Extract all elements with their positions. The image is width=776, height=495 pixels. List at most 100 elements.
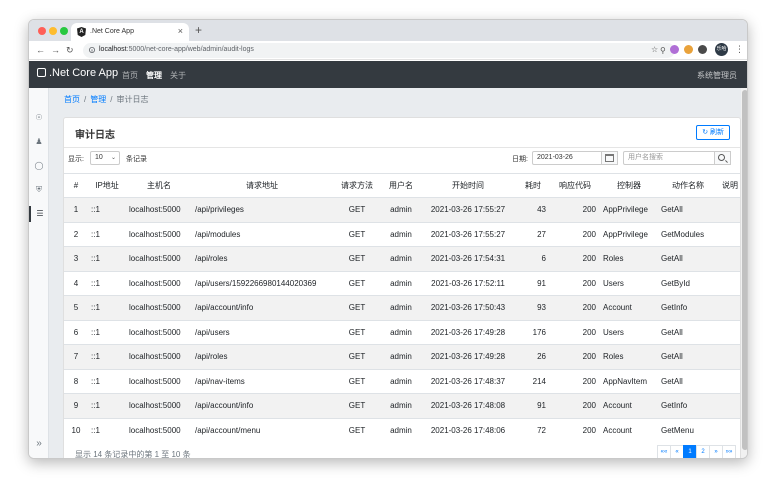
table-cell: GET <box>332 295 382 320</box>
table-cell: 6 <box>516 246 550 271</box>
close-window-icon[interactable] <box>38 27 46 35</box>
pagination-button[interactable]: 1 <box>683 445 697 458</box>
table-row[interactable]: 4::1 localhost:5000/api/users/15922669801… <box>64 270 740 296</box>
table-cell: admin <box>382 246 420 271</box>
table-cell: localhost:5000 <box>126 246 192 271</box>
pagination-button[interactable]: »» <box>722 445 736 458</box>
breadcrumb-admin[interactable]: 管理 <box>90 95 106 104</box>
forward-arrow-icon[interactable]: → <box>51 45 60 55</box>
table-cell: /api/roles <box>192 246 332 271</box>
table-row[interactable]: 7::1 localhost:5000/api/roles GET admin 2021… <box>64 344 740 369</box>
table-cell: 2 <box>64 221 88 247</box>
column-header[interactable]: 耗时 <box>516 173 550 198</box>
search-icon <box>718 154 725 161</box>
new-tab-button[interactable]: + <box>195 23 202 37</box>
pagination-button[interactable]: » <box>709 445 723 458</box>
column-header[interactable]: 用户名 <box>382 173 420 198</box>
table-cell: ::1 <box>88 197 126 222</box>
column-header[interactable]: 请求地址 <box>192 173 332 198</box>
username-search-input[interactable]: 用户名搜索 <box>623 151 715 165</box>
tab-strip: A .Net Core App × + <box>29 20 747 41</box>
url-input[interactable]: localhost:5000/net-core-app/web/admin/au… <box>83 43 675 58</box>
pagination-button[interactable]: 2 <box>696 445 710 458</box>
column-header[interactable]: 主机名 <box>126 173 192 198</box>
column-header[interactable]: 控制器 <box>600 173 658 198</box>
sidebar-compass-icon[interactable]: ☉ <box>29 110 49 126</box>
back-arrow-icon[interactable]: ← <box>36 45 45 55</box>
column-header[interactable]: 开始时间 <box>420 173 516 198</box>
app-navbar: .Net Core App 首页 管理 关于 系统管理员 <box>29 61 747 88</box>
nav-item-home[interactable]: 首页 <box>122 70 138 81</box>
breadcrumb-separator: / <box>84 95 87 104</box>
table-row[interactable]: 1::1 localhost:5000/api/privileges GET admi… <box>64 197 740 222</box>
user-menu[interactable]: 系统管理员 <box>697 70 737 81</box>
pagination-button[interactable]: «« <box>657 445 671 458</box>
table-cell: GET <box>332 417 382 443</box>
tab-title: .Net Core App <box>90 28 134 35</box>
table-cell: 2021-03-26 17:49:28 <box>420 319 516 345</box>
date-label: 日期: <box>512 156 528 163</box>
brand-link[interactable]: .Net Core App <box>37 67 118 79</box>
table-cell: GetInfo <box>658 295 718 320</box>
refresh-button[interactable]: ↻ 刷新 <box>696 125 730 140</box>
table-row[interactable]: 8::1 localhost:5000/api/nav-items GET admin… <box>64 368 740 394</box>
minimize-window-icon[interactable] <box>49 27 57 35</box>
pagination-button[interactable]: « <box>670 445 684 458</box>
column-header[interactable]: 动作名称 <box>658 173 718 198</box>
chevron-down-icon: ⌄ <box>110 155 116 161</box>
table-cell: localhost:5000 <box>126 270 192 296</box>
table-row[interactable]: 10::1 localhost:5000/api/account/menu GET a… <box>64 417 740 443</box>
date-input[interactable]: 2021-03-26 <box>532 151 602 165</box>
column-header[interactable]: # <box>64 173 88 198</box>
key-icon[interactable]: ⚲ <box>660 46 666 55</box>
profile-avatar[interactable]: 乐哈 <box>715 43 728 56</box>
table-cell: localhost:5000 <box>126 368 192 394</box>
table-row[interactable]: 5::1 localhost:5000/api/account/info GET ad… <box>64 295 740 320</box>
brand-logo-icon <box>37 68 46 77</box>
table-cell: GET <box>332 221 382 247</box>
table-cell: /api/account/info <box>192 295 332 320</box>
reload-icon[interactable]: ↻ <box>66 45 74 56</box>
table-cell <box>718 270 740 296</box>
browser-menu-icon[interactable]: ⋮ <box>735 44 744 55</box>
table-cell: 26 <box>516 344 550 369</box>
table-cell: 2021-03-26 17:52:11 <box>420 270 516 296</box>
extension-puzzle-icon[interactable] <box>698 45 707 54</box>
info-icon[interactable] <box>89 46 95 54</box>
nav-item-admin[interactable]: 管理 <box>146 70 162 81</box>
table-row[interactable]: 3::1 localhost:5000/api/roles GET admin 2021… <box>64 246 740 271</box>
sidebar-list-icon[interactable]: ☰ <box>29 206 49 222</box>
nav-item-about[interactable]: 关于 <box>170 70 186 81</box>
extension-purple-icon[interactable] <box>670 45 679 54</box>
pagination: «« «1 2»»» <box>657 445 736 458</box>
column-header[interactable]: 请求方法 <box>332 173 382 198</box>
star-icon[interactable]: ☆ <box>651 45 658 54</box>
table-cell: Account <box>600 295 658 320</box>
extension-orange-icon[interactable] <box>684 45 693 54</box>
table-row[interactable]: 2::1 localhost:5000/api/modules GET admin 20… <box>64 221 740 247</box>
table-cell: 1 <box>64 197 88 222</box>
maximize-window-icon[interactable] <box>60 27 68 35</box>
table-cell: 200 <box>550 246 600 271</box>
search-button[interactable] <box>715 151 731 165</box>
column-header[interactable]: 说明 <box>718 173 740 198</box>
sidebar-user-icon[interactable]: ♟ <box>29 134 49 150</box>
scrollbar-thumb[interactable] <box>742 90 747 450</box>
browser-tab[interactable]: A .Net Core App × <box>71 23 189 41</box>
table-row[interactable]: 9::1 localhost:5000/api/account/info GET ad… <box>64 393 740 418</box>
page-size-select[interactable]: 10 ⌄ <box>90 151 120 165</box>
breadcrumb-current: 审计日志 <box>116 95 149 104</box>
breadcrumb-home[interactable]: 首页 <box>64 95 80 104</box>
sidebar-expand-icon[interactable]: » <box>29 438 49 449</box>
date-picker-button[interactable] <box>602 151 618 165</box>
tab-close-icon[interactable]: × <box>178 26 183 36</box>
table-row[interactable]: 6::1 localhost:5000/api/users GET admin 2021… <box>64 319 740 345</box>
column-header[interactable]: IP地址 <box>88 173 126 198</box>
table-cell: Account <box>600 417 658 443</box>
table-cell: 10 <box>64 417 88 443</box>
sidebar-shield-outline-icon[interactable]: ◯ <box>29 158 49 174</box>
table-cell <box>718 417 740 443</box>
scrollbar[interactable] <box>741 88 747 458</box>
column-header[interactable]: 响应代码 <box>550 173 600 198</box>
sidebar-shield-icon[interactable]: ⛨ <box>29 182 49 198</box>
